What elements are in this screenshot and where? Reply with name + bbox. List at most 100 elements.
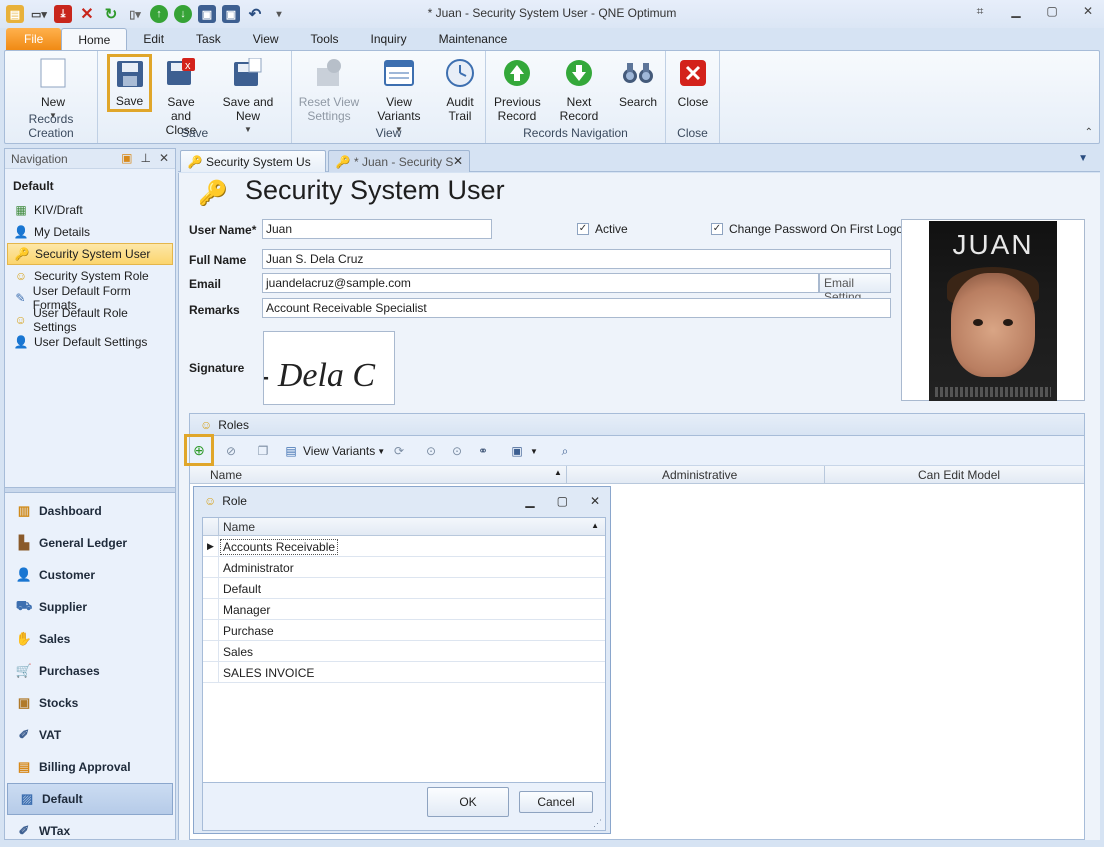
nav-item-my-details[interactable]: 👤 My Details [7, 221, 173, 243]
save-close-icon[interactable]: ▣ [222, 5, 240, 23]
user-photo[interactable]: JUAN [901, 219, 1085, 401]
doc-tab-security-system-user[interactable]: 🔑 Security System Us [180, 150, 326, 172]
maximize-icon[interactable]: ▢ [1044, 4, 1060, 19]
search-button[interactable]: Search [616, 55, 660, 109]
module-purchases[interactable]: 🛒 Purchases [5, 655, 175, 687]
module-customer[interactable]: 👤 Customer [5, 559, 175, 591]
minimize-icon[interactable]: ▁ [525, 494, 534, 508]
module-general-ledger[interactable]: ▙ General Ledger [5, 527, 175, 559]
role-row[interactable]: Administrator [203, 557, 605, 578]
tab-view[interactable]: View [237, 28, 295, 50]
ok-button[interactable]: OK [427, 787, 509, 817]
tab-maintenance[interactable]: Maintenance [423, 28, 524, 50]
nav-item-kiv-draft[interactable]: ▦ KIV/Draft [7, 199, 173, 221]
signature-image[interactable]: - Dela C [263, 331, 395, 405]
active-checkbox[interactable]: ✓ Active [577, 222, 628, 236]
nav-item-security-system-user[interactable]: 🔑 Security System User [7, 243, 173, 265]
row-indicator [203, 557, 219, 577]
save-button[interactable]: Save [107, 54, 152, 112]
column-can-edit-model[interactable]: Can Edit Model [918, 468, 1000, 482]
reset-view-settings-button[interactable]: Reset View Settings [298, 55, 360, 123]
nav-splitter[interactable] [5, 487, 175, 493]
module-wtax[interactable]: ✐ WTax [5, 815, 175, 847]
role-row[interactable]: ▶ Accounts Receivable [203, 536, 605, 557]
audit-trail-button[interactable]: Audit Trail [440, 55, 480, 123]
user-name-input[interactable]: Juan [262, 219, 492, 239]
close-button[interactable]: Close [674, 55, 712, 109]
column-name[interactable]: Name [223, 520, 255, 534]
refresh-icon[interactable]: ↻ [102, 5, 120, 23]
doc-tab-juan[interactable]: 🔑 * Juan - Security S ✕ [328, 150, 470, 172]
role-row[interactable]: Purchase [203, 620, 605, 641]
save-new-icon [232, 57, 264, 89]
column-administrative[interactable]: Administrative [662, 468, 737, 482]
tab-edit[interactable]: Edit [127, 28, 180, 50]
module-supplier[interactable]: ⛟ Supplier [5, 591, 175, 623]
close-x-icon[interactable]: ✕ [78, 5, 96, 23]
minimize-icon[interactable]: ▁ [1008, 4, 1024, 19]
view-variants-button[interactable]: View Variants ▼ [364, 55, 434, 137]
nav-options-icon[interactable]: ▣ [121, 151, 132, 165]
customize-qat-icon[interactable]: ▾ [270, 5, 288, 23]
pdf-icon[interactable]: ⤓ [54, 5, 72, 23]
close-icon[interactable]: ✕ [590, 494, 600, 508]
move-down-button[interactable]: ⊙ [448, 440, 466, 462]
collapse-ribbon-icon[interactable]: ⌃ [1085, 127, 1093, 138]
role-row[interactable]: Default [203, 578, 605, 599]
column-name[interactable]: Name [210, 468, 242, 482]
form-menu-icon[interactable]: ▭▾ [30, 5, 48, 23]
up-arrow-icon[interactable]: ↑ [150, 5, 168, 23]
next-record-button[interactable]: Next Record [546, 55, 612, 123]
nav-item-user-default-settings[interactable]: 👤 User Default Settings [7, 331, 173, 353]
copy-button[interactable]: ❐ [254, 440, 272, 462]
module-default[interactable]: ▨ Default [7, 783, 173, 815]
save-and-close-button[interactable]: x Save and Close [156, 55, 206, 137]
tab-inquiry[interactable]: Inquiry [355, 28, 423, 50]
role-row[interactable]: Sales [203, 641, 605, 662]
maximize-icon[interactable]: ▢ [557, 494, 568, 508]
nav-item-user-default-role-settings[interactable]: ☺ User Default Role Settings [7, 306, 173, 334]
move-up-button[interactable]: ⊙ [422, 440, 440, 462]
app-icon[interactable]: ▤ [6, 5, 24, 23]
role-row[interactable]: Manager [203, 599, 605, 620]
tab-file[interactable]: File [6, 28, 62, 50]
save-icon[interactable]: ▣ [198, 5, 216, 23]
document-tabs: 🔑 Security System Us 🔑 * Juan - Security… [178, 148, 1100, 172]
close-window-icon[interactable]: ✕ [1080, 4, 1096, 19]
module-dashboard[interactable]: ▥ Dashboard [5, 495, 175, 527]
undo-icon[interactable]: ↶ [246, 5, 264, 23]
module-sales[interactable]: ✋ Sales [5, 623, 175, 655]
module-billing-approval[interactable]: ▤ Billing Approval [5, 751, 175, 783]
add-role-button[interactable]: ⊕ [184, 434, 214, 466]
save-small-button[interactable]: ▣ ▼ [508, 440, 538, 462]
tab-list-dropdown-icon[interactable]: ▼ [1078, 153, 1088, 164]
down-arrow-icon[interactable]: ↓ [174, 5, 192, 23]
pin-icon[interactable]: ⊥ [140, 151, 150, 165]
tab-task[interactable]: Task [180, 28, 237, 50]
photo-image: JUAN [929, 221, 1057, 401]
previous-record-button[interactable]: Previous Record [494, 55, 541, 123]
cancel-button[interactable]: Cancel [519, 791, 593, 813]
delete-role-button[interactable]: ⊘ [222, 440, 240, 462]
close-nav-icon[interactable]: ✕ [159, 151, 169, 165]
tab-tools[interactable]: Tools [295, 28, 355, 50]
save-and-new-button[interactable]: Save and New ▼ [210, 55, 286, 137]
restore-layout-icon[interactable]: ⌗ [972, 4, 988, 19]
module-vat[interactable]: ✐ VAT [5, 719, 175, 751]
preview-button[interactable]: ⌕ [556, 440, 574, 462]
email-input[interactable]: juandelacruz@sample.com [262, 273, 819, 293]
change-password-checkbox[interactable]: ✓ Change Password On First Logon [711, 222, 910, 236]
remarks-input[interactable]: Account Receivable Specialist [262, 298, 891, 318]
tab-home[interactable]: Home [61, 28, 128, 50]
email-setting-button[interactable]: Email Setting [819, 273, 891, 304]
resize-grip-icon[interactable]: ⋰ [593, 818, 602, 829]
new-doc-icon[interactable]: ▯▾ [126, 5, 144, 23]
full-name-input[interactable]: Juan S. Dela Cruz [262, 249, 891, 269]
reset-button[interactable]: ⟳ [390, 440, 408, 462]
role-row[interactable]: SALES INVOICE [203, 662, 605, 683]
view-variants-small-button[interactable]: ▤ View Variants ▼ [282, 440, 385, 462]
close-tab-icon[interactable]: ✕ [453, 154, 463, 168]
module-stocks[interactable]: ▣ Stocks [5, 687, 175, 719]
search-small-button[interactable]: ⚭ [474, 440, 492, 462]
sort-ascending-icon: ▲ [591, 521, 599, 530]
